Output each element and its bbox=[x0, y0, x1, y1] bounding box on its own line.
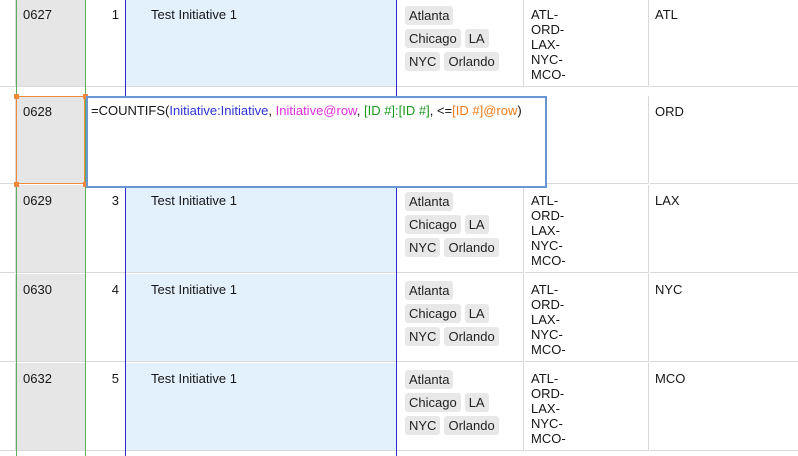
code-list-cell[interactable]: ATL- ORD- LAX- NYC- MCO- bbox=[525, 274, 649, 362]
formula-separator: , <= bbox=[429, 103, 453, 118]
code-list-line: MCO- bbox=[531, 253, 566, 268]
code-list-line: ORD- bbox=[531, 208, 565, 223]
airport-code-cell[interactable]: LAX bbox=[650, 185, 798, 273]
location-tag: Orlando bbox=[444, 327, 499, 346]
code-list-line: X- bbox=[531, 134, 648, 149]
selection-handle[interactable] bbox=[14, 182, 19, 187]
initiative-cell[interactable]: Test Initiative 1 bbox=[126, 363, 396, 451]
location-tags-cell[interactable]: Atlanta Chicago LA NYC Orlando bbox=[397, 185, 524, 273]
column-divider-highlight bbox=[16, 0, 17, 456]
code-list-line: O- bbox=[531, 164, 648, 179]
code-list-line: ATL- bbox=[531, 7, 559, 22]
row-gutter-cell bbox=[0, 185, 16, 273]
sheet-grid: 0627 1 Test Initiative 1 Atlanta Chicago LA NY… bbox=[0, 0, 798, 456]
location-tag: NYC bbox=[405, 238, 441, 257]
location-tag: Chicago bbox=[405, 29, 461, 48]
location-tag: Atlanta bbox=[405, 192, 454, 211]
airport-code-cell[interactable]: MCO bbox=[650, 363, 798, 451]
row-number-cell[interactable]: 1 bbox=[86, 0, 126, 87]
table-row: 0627 1 Test Initiative 1 Atlanta Chicago LA NY… bbox=[0, 0, 798, 88]
table-row: 0629 3 Test Initiative 1 Atlanta Chicago LA NY… bbox=[0, 185, 798, 274]
code-list-line: LAX- bbox=[531, 37, 560, 52]
column-divider-highlight bbox=[85, 0, 86, 456]
location-tag: LA bbox=[464, 215, 489, 234]
location-tag: LA bbox=[464, 393, 489, 412]
table-row: 0632 5 Test Initiative 1 Atlanta Chicago LA NY… bbox=[0, 363, 798, 452]
row-gutter-cell bbox=[0, 363, 16, 451]
code-list-line: - bbox=[531, 104, 648, 119]
id-cell[interactable]: 0630 bbox=[17, 274, 85, 362]
code-list-line: NYC- bbox=[531, 327, 563, 342]
code-list-line: LAX- bbox=[531, 401, 560, 416]
id-cell[interactable]: 0627 bbox=[17, 0, 85, 87]
formula-prefix: =COUNTIFS( bbox=[91, 103, 170, 118]
formula-separator: , bbox=[268, 103, 276, 118]
row-number-cell[interactable]: 3 bbox=[86, 185, 126, 273]
formula-range-id: [ID #]:[ID #] bbox=[363, 103, 430, 118]
code-list-line: MCO- bbox=[531, 342, 566, 357]
airport-code-cell[interactable]: NYC bbox=[650, 274, 798, 362]
code-list-line: ORD- bbox=[531, 386, 565, 401]
location-tag: Orlando bbox=[444, 416, 499, 435]
code-list-line: ORD- bbox=[531, 297, 565, 312]
location-tag: Chicago bbox=[405, 215, 461, 234]
location-tag: NYC bbox=[405, 327, 441, 346]
location-tag: Atlanta bbox=[405, 281, 454, 300]
location-tag: Orlando bbox=[444, 238, 499, 257]
code-list-line: LAX- bbox=[531, 312, 560, 327]
code-list-line: NYC- bbox=[531, 52, 563, 67]
code-list-line: ATL- bbox=[531, 371, 559, 386]
row-gutter-cell bbox=[0, 0, 16, 87]
code-list-line: MCO- bbox=[531, 431, 566, 446]
location-tags-cell[interactable]: Atlanta Chicago LA NYC Orlando bbox=[397, 363, 524, 451]
location-tag: Atlanta bbox=[405, 6, 454, 25]
table-row: 0630 4 Test Initiative 1 Atlanta Chicago LA NY… bbox=[0, 274, 798, 363]
location-tags-cell[interactable]: Atlanta Chicago LA NYC Orlando bbox=[397, 274, 524, 362]
location-tag: Chicago bbox=[405, 304, 461, 323]
airport-code-cell[interactable]: ATL bbox=[650, 0, 798, 87]
row-gutter-cell bbox=[0, 96, 16, 184]
location-tag: Chicago bbox=[405, 393, 461, 412]
code-list-line: MCO- bbox=[531, 67, 566, 82]
formula-criteria-initiative: Initiative@row bbox=[275, 103, 357, 118]
code-list-cell[interactable]: ATL- ORD- LAX- NYC- MCO- bbox=[525, 185, 649, 273]
code-list-line: ATL- bbox=[531, 193, 559, 208]
code-list-line: LAX- bbox=[531, 223, 560, 238]
code-list-line: ATL- bbox=[531, 282, 559, 297]
range-highlight-border bbox=[125, 0, 126, 456]
location-tags-cell[interactable]: Atlanta Chicago LA NYC Orlando bbox=[397, 0, 524, 87]
code-list-cell[interactable]: ATL- ORD- LAX- NYC- MCO- bbox=[525, 363, 649, 451]
formula-suffix: ) bbox=[517, 103, 522, 118]
selection-handle[interactable] bbox=[14, 94, 19, 99]
initiative-cell[interactable]: Test Initiative 1 bbox=[126, 274, 396, 362]
formula-separator: , bbox=[356, 103, 364, 118]
id-cell[interactable]: 0632 bbox=[17, 363, 85, 451]
code-list-line: NYC- bbox=[531, 416, 563, 431]
range-highlight-border bbox=[396, 0, 397, 456]
row-number-cell[interactable]: 4 bbox=[86, 274, 126, 362]
code-list-line: NYC- bbox=[531, 238, 563, 253]
initiative-cell[interactable]: Test Initiative 1 bbox=[126, 185, 396, 273]
location-tag: NYC bbox=[405, 52, 441, 71]
code-list-cell[interactable]: ATL- ORD- LAX- NYC- MCO- bbox=[525, 0, 649, 87]
id-cell[interactable]: 0629 bbox=[17, 185, 85, 273]
code-list-line: - bbox=[531, 119, 648, 134]
formula-range-initiative: Initiative:Initiative bbox=[169, 103, 269, 118]
location-tag: LA bbox=[464, 304, 489, 323]
location-tag: Atlanta bbox=[405, 370, 454, 389]
initiative-cell[interactable]: Test Initiative 1 bbox=[126, 0, 396, 87]
location-tag: LA bbox=[464, 29, 489, 48]
code-list-line: C- bbox=[531, 149, 648, 164]
formula-editor[interactable]: =COUNTIFS(Initiative:Initiative, Initiat… bbox=[86, 96, 547, 188]
location-tag: NYC bbox=[405, 416, 441, 435]
code-list-line: ORD- bbox=[531, 22, 565, 37]
row-gutter-cell bbox=[0, 274, 16, 362]
formula-criteria-id: [ID #]@row bbox=[452, 103, 518, 118]
row-number-cell[interactable]: 5 bbox=[86, 363, 126, 451]
location-tag: Orlando bbox=[444, 52, 499, 71]
airport-code-cell[interactable]: ORD bbox=[650, 96, 798, 184]
selected-cell-outline[interactable] bbox=[16, 96, 85, 184]
